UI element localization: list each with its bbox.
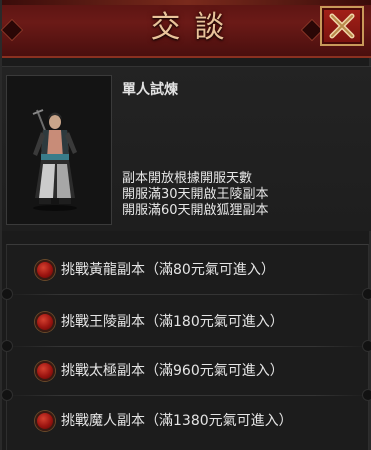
red-gem-icon [35,260,55,280]
npc-description: 副本開放根據開服天數 開服滿30天開啟王陵副本 開服滿60天開啟狐狸副本 [122,171,362,219]
option-label: 挑戰太極副本（滿960元氣可進入） [61,363,284,379]
red-gem-icon [35,361,55,381]
option-huanglong-dungeon[interactable]: 挑戰黃龍副本（滿80元氣可進入） [1,245,371,300]
warrior-portrait-icon [32,109,77,211]
title-bar: 交談 [0,0,371,58]
npc-info-panel: 單人試煉 副本開放根據開服天數 開服滿30天開啟王陵副本 開服滿60天開啟狐狸副… [2,66,371,231]
option-label: 挑戰黃龍副本（滿80元氣可進入） [61,262,275,278]
option-label: 挑戰王陵副本（滿180元氣可進入） [61,314,284,330]
close-x-icon [329,13,355,39]
description-line: 副本開放根據開服天數 [122,171,253,186]
option-moren-dungeon[interactable]: 挑戰魔人副本（滿1380元氣可進入） [7,396,368,446]
option-label: 挑戰魔人副本（滿1380元氣可進入） [61,413,293,429]
divider [7,294,368,295]
description-line: 開服滿30天開啟王陵副本 [122,187,269,202]
close-button[interactable] [320,6,364,46]
option-taiji-dungeon[interactable]: 挑戰太極副本（滿960元氣可進入） [1,346,371,401]
dialog-options-list: 挑戰黃龍副本（滿80元氣可進入） 挑戰王陵副本（滿180元氣可進入） 挑戰太極副… [1,244,371,450]
dialog-window: 交談 單人試煉 副本開放根據開服天數 開服滿30天開啟王陵副本 開服滿60天開啟… [0,0,371,450]
npc-name: 單人試煉 [122,82,178,98]
red-gem-icon [35,312,55,332]
option-wangling-dungeon[interactable]: 挑戰王陵副本（滿180元氣可進入） [1,297,371,352]
npc-portrait [6,75,112,225]
description-line: 開服滿60天開啟狐狸副本 [122,203,269,218]
red-gem-icon [35,411,55,431]
